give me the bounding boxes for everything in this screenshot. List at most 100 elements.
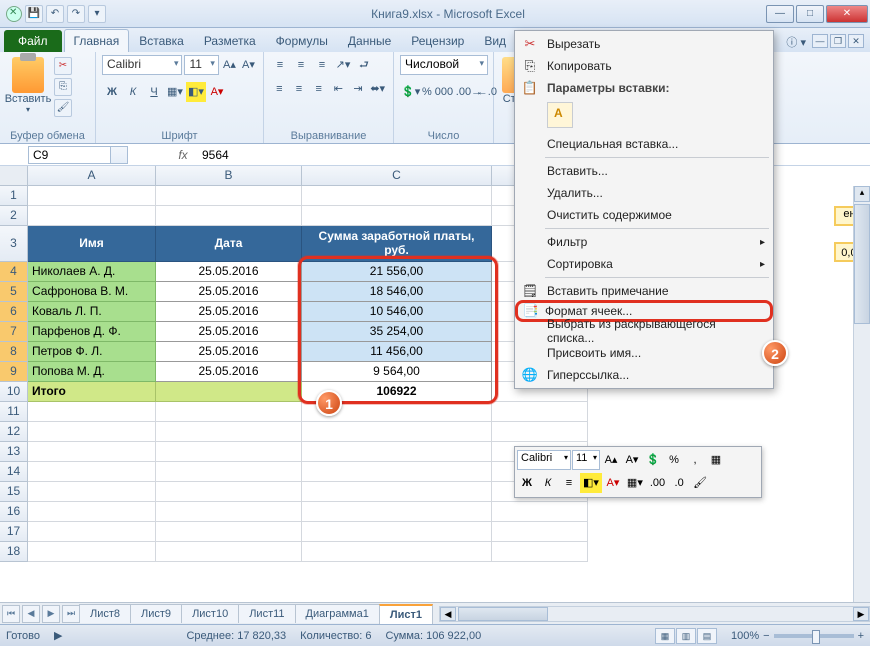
ctx-copy[interactable]: ⎘Копировать [517, 55, 771, 77]
scroll-right-button[interactable]: ▶ [853, 607, 869, 621]
mini-percent-icon[interactable]: % [664, 450, 684, 470]
mini-size-combo[interactable]: 11 [572, 450, 600, 470]
cell-sum[interactable]: 11 456,00 [302, 342, 492, 362]
cell[interactable] [492, 522, 588, 542]
paste-option-1[interactable] [547, 102, 573, 128]
row-header[interactable]: 18 [0, 542, 28, 562]
mini-border-button[interactable]: ▦▾ [624, 473, 646, 493]
cell[interactable] [28, 502, 156, 522]
cell[interactable] [156, 382, 302, 402]
sheet-tab[interactable]: Лист8 [79, 604, 131, 623]
cell[interactable] [28, 482, 156, 502]
scroll-thumb[interactable] [854, 204, 870, 324]
row-header[interactable]: 3 [0, 226, 28, 262]
ctx-pick-from-list[interactable]: Выбрать из раскрывающегося списка... [517, 320, 771, 342]
percent-button[interactable]: % [421, 82, 433, 102]
ctx-sort[interactable]: Сортировка▸ [517, 253, 771, 275]
mini-inc-decimal-button[interactable]: .00 [647, 473, 668, 493]
status-macro-icon[interactable]: ▶ [54, 629, 62, 642]
tab-review[interactable]: Рецензир [401, 29, 474, 52]
hscroll-thumb[interactable] [458, 607, 548, 621]
cell[interactable] [302, 462, 492, 482]
ctx-insert-comment[interactable]: 🗒Вставить примечание [517, 280, 771, 302]
cell[interactable] [302, 422, 492, 442]
view-normal-button[interactable]: ▦ [655, 628, 675, 644]
col-header-c[interactable]: C [302, 166, 492, 186]
tab-formulas[interactable]: Формулы [266, 29, 338, 52]
cell[interactable] [156, 402, 302, 422]
mini-format-painter-icon[interactable]: 🖌 [690, 473, 710, 493]
row-header[interactable]: 14 [0, 462, 28, 482]
row-header[interactable]: 4 [0, 262, 28, 282]
zoom-in-button[interactable]: + [858, 630, 864, 642]
ctx-filter[interactable]: Фильтр▸ [517, 231, 771, 253]
tab-data[interactable]: Данные [338, 29, 401, 52]
cell[interactable] [302, 186, 492, 206]
cell[interactable] [492, 422, 588, 442]
cell[interactable] [156, 482, 302, 502]
row-header[interactable]: 5 [0, 282, 28, 302]
cell-sum[interactable]: 35 254,00 [302, 322, 492, 342]
tab-insert[interactable]: Вставка [129, 29, 194, 52]
tab-home[interactable]: Главная [64, 29, 130, 52]
cell-name[interactable]: Коваль Л. П. [28, 302, 156, 322]
cell-sum[interactable]: 21 556,00 [302, 262, 492, 282]
row-header[interactable]: 2 [0, 206, 28, 226]
row-header[interactable]: 10 [0, 382, 28, 402]
tab-view[interactable]: Вид [474, 29, 516, 52]
cell-sum[interactable]: 10 546,00 [302, 302, 492, 322]
cell-name[interactable]: Парфенов Д. Ф. [28, 322, 156, 342]
mini-shrink-font-icon[interactable]: A▾ [622, 450, 642, 470]
ctx-define-name[interactable]: Присвоить имя... [517, 342, 771, 364]
cell[interactable] [302, 206, 492, 226]
help-icon[interactable]: ⓘ ▾ [786, 34, 806, 50]
row-header[interactable]: 17 [0, 522, 28, 542]
row-header[interactable]: 8 [0, 342, 28, 362]
cell-name[interactable]: Сафронова В. М. [28, 282, 156, 302]
row-header[interactable]: 12 [0, 422, 28, 442]
cell[interactable] [302, 542, 492, 562]
redo-icon[interactable]: ↷ [67, 5, 85, 23]
cell[interactable] [156, 522, 302, 542]
cell[interactable] [28, 422, 156, 442]
merge-button[interactable]: ⬌▾ [368, 79, 387, 99]
cell[interactable] [28, 186, 156, 206]
ctx-paste-special[interactable]: Специальная вставка... [517, 133, 771, 155]
cell[interactable] [28, 402, 156, 422]
row-header[interactable]: 15 [0, 482, 28, 502]
wrap-text-button[interactable]: ⮐ [354, 55, 374, 75]
grow-font-icon[interactable]: A▴ [221, 55, 238, 75]
mini-fill-button[interactable]: ◧▾ [580, 473, 602, 493]
align-top-button[interactable]: ≡ [270, 55, 290, 75]
cell-date[interactable]: 25.05.2016 [156, 362, 302, 382]
sheet-tab[interactable]: Лист9 [130, 604, 182, 623]
border-button[interactable]: ▦▾ [165, 82, 185, 102]
inner-restore-button[interactable]: ❐ [830, 34, 846, 48]
sheet-tab[interactable]: Лист10 [181, 604, 239, 623]
tab-layout[interactable]: Разметка [194, 29, 266, 52]
cell[interactable] [492, 502, 588, 522]
increase-indent-button[interactable]: ⇥ [349, 79, 368, 99]
cell-name[interactable]: Петров Ф. Л. [28, 342, 156, 362]
fx-icon[interactable]: fx [168, 148, 198, 162]
minimize-button[interactable]: — [766, 5, 794, 23]
cell[interactable] [156, 186, 302, 206]
cell-sum[interactable]: 9 564,00 [302, 362, 492, 382]
comma-button[interactable]: 000 [434, 82, 454, 102]
select-all-button[interactable] [0, 166, 28, 186]
cell-date[interactable]: 25.05.2016 [156, 262, 302, 282]
align-middle-button[interactable]: ≡ [291, 55, 311, 75]
name-box[interactable]: C9 [28, 146, 128, 164]
qat-more-icon[interactable]: ▾ [88, 5, 106, 23]
cell-date[interactable]: 25.05.2016 [156, 322, 302, 342]
ctx-insert[interactable]: Вставить... [517, 160, 771, 182]
mini-comma-icon[interactable]: , [685, 450, 705, 470]
orientation-button[interactable]: ↗▾ [333, 55, 353, 75]
view-pagebreak-button[interactable]: ▤ [697, 628, 717, 644]
mini-bold-button[interactable]: Ж [517, 473, 537, 493]
decrease-indent-button[interactable]: ⇤ [329, 79, 348, 99]
mini-border-icon[interactable]: ▦ [706, 450, 726, 470]
ctx-clear[interactable]: Очистить содержимое [517, 204, 771, 226]
paste-button[interactable]: Вставить ▾ [6, 55, 50, 129]
mini-align-button[interactable]: ≡ [559, 473, 579, 493]
